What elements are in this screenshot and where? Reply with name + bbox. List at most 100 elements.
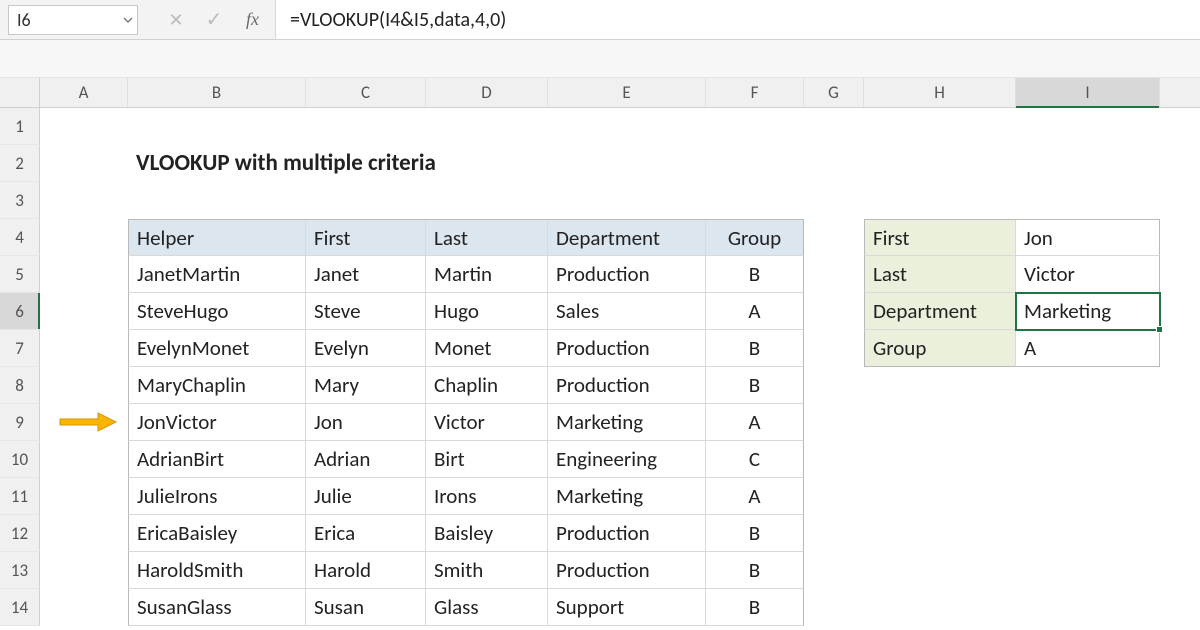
- cell-C8[interactable]: Mary: [306, 367, 426, 404]
- cell-C2[interactable]: [306, 145, 426, 182]
- cell-B9[interactable]: JonVictor: [128, 404, 306, 441]
- cell-G10[interactable]: [804, 441, 864, 478]
- cell-A7[interactable]: [40, 330, 128, 367]
- cell-E12[interactable]: Production: [548, 515, 706, 552]
- cell-F6[interactable]: A: [706, 293, 804, 330]
- cell-A12[interactable]: [40, 515, 128, 552]
- cell-C12[interactable]: Erica: [306, 515, 426, 552]
- row-header-14[interactable]: 14: [0, 589, 40, 626]
- cell-F2[interactable]: [706, 145, 804, 182]
- col-header-E[interactable]: E: [548, 78, 706, 107]
- cell-E11[interactable]: Marketing: [548, 478, 706, 515]
- cell-C1[interactable]: [306, 108, 426, 145]
- cell-B11[interactable]: JulieIrons: [128, 478, 306, 515]
- cell-G4[interactable]: [804, 219, 864, 256]
- cell-B5[interactable]: JanetMartin: [128, 256, 306, 293]
- cell-F10[interactable]: C: [706, 441, 804, 478]
- col-header-B[interactable]: B: [128, 78, 306, 107]
- cell-H3[interactable]: [864, 182, 1016, 219]
- cell-D10[interactable]: Birt: [426, 441, 548, 478]
- cell-E13[interactable]: Production: [548, 552, 706, 589]
- cell-I9[interactable]: [1016, 404, 1160, 441]
- name-box[interactable]: I6: [8, 5, 138, 35]
- cell-H13[interactable]: [864, 552, 1016, 589]
- cell-I4[interactable]: Jon: [1016, 219, 1160, 256]
- cell-G3[interactable]: [804, 182, 864, 219]
- cell-A2[interactable]: [40, 145, 128, 182]
- cell-I1[interactable]: [1016, 108, 1160, 145]
- cell-D14[interactable]: Glass: [426, 589, 548, 626]
- cell-I6[interactable]: Marketing: [1016, 293, 1160, 330]
- row-header-10[interactable]: 10: [0, 441, 40, 478]
- enter-icon[interactable]: ✓: [202, 8, 226, 32]
- cell-B2[interactable]: VLOOKUP with multiple criteria: [128, 145, 306, 182]
- col-header-C[interactable]: C: [306, 78, 426, 107]
- cell-C5[interactable]: Janet: [306, 256, 426, 293]
- cell-A14[interactable]: [40, 589, 128, 626]
- worksheet-grid[interactable]: A B C D E F G H I 1 2 VLOOKUP with multi…: [0, 78, 1200, 626]
- cell-H4[interactable]: First: [864, 219, 1016, 256]
- cell-G14[interactable]: [804, 589, 864, 626]
- cell-I7[interactable]: A: [1016, 330, 1160, 367]
- cell-B13[interactable]: HaroldSmith: [128, 552, 306, 589]
- cell-D11[interactable]: Irons: [426, 478, 548, 515]
- cell-B6[interactable]: SteveHugo: [128, 293, 306, 330]
- cell-F11[interactable]: A: [706, 478, 804, 515]
- cell-E14[interactable]: Support: [548, 589, 706, 626]
- cell-H12[interactable]: [864, 515, 1016, 552]
- cell-H5[interactable]: Last: [864, 256, 1016, 293]
- cell-D3[interactable]: [426, 182, 548, 219]
- cell-B12[interactable]: EricaBaisley: [128, 515, 306, 552]
- cell-H7[interactable]: Group: [864, 330, 1016, 367]
- col-header-A[interactable]: A: [40, 78, 128, 107]
- row-header-4[interactable]: 4: [0, 219, 40, 256]
- cell-C13[interactable]: Harold: [306, 552, 426, 589]
- cell-A5[interactable]: [40, 256, 128, 293]
- cell-H10[interactable]: [864, 441, 1016, 478]
- cell-C3[interactable]: [306, 182, 426, 219]
- cell-A8[interactable]: [40, 367, 128, 404]
- cell-I2[interactable]: [1016, 145, 1160, 182]
- cell-G8[interactable]: [804, 367, 864, 404]
- cell-D8[interactable]: Chaplin: [426, 367, 548, 404]
- cell-E3[interactable]: [548, 182, 706, 219]
- cell-C6[interactable]: Steve: [306, 293, 426, 330]
- cell-E6[interactable]: Sales: [548, 293, 706, 330]
- cell-C9[interactable]: Jon: [306, 404, 426, 441]
- cell-G13[interactable]: [804, 552, 864, 589]
- cell-E7[interactable]: Production: [548, 330, 706, 367]
- cell-E5[interactable]: Production: [548, 256, 706, 293]
- cell-E10[interactable]: Engineering: [548, 441, 706, 478]
- fx-icon[interactable]: fx: [240, 9, 265, 30]
- row-header-12[interactable]: 12: [0, 515, 40, 552]
- row-header-1[interactable]: 1: [0, 108, 40, 145]
- cell-H9[interactable]: [864, 404, 1016, 441]
- selection-handle[interactable]: [1156, 326, 1163, 333]
- cell-A4[interactable]: [40, 219, 128, 256]
- cell-E8[interactable]: Production: [548, 367, 706, 404]
- row-header-11[interactable]: 11: [0, 478, 40, 515]
- cell-H1[interactable]: [864, 108, 1016, 145]
- cell-B8[interactable]: MaryChaplin: [128, 367, 306, 404]
- cell-F3[interactable]: [706, 182, 804, 219]
- cell-H8[interactable]: [864, 367, 1016, 404]
- cell-I8[interactable]: [1016, 367, 1160, 404]
- cell-F1[interactable]: [706, 108, 804, 145]
- cancel-icon[interactable]: ✕: [164, 8, 188, 32]
- cell-G1[interactable]: [804, 108, 864, 145]
- cell-G6[interactable]: [804, 293, 864, 330]
- cell-E9[interactable]: Marketing: [548, 404, 706, 441]
- cell-F8[interactable]: B: [706, 367, 804, 404]
- cell-A6[interactable]: [40, 293, 128, 330]
- cell-D1[interactable]: [426, 108, 548, 145]
- cell-H11[interactable]: [864, 478, 1016, 515]
- select-all-corner[interactable]: [0, 78, 40, 107]
- cell-B4[interactable]: Helper: [128, 219, 306, 256]
- cell-B10[interactable]: AdrianBirt: [128, 441, 306, 478]
- col-header-H[interactable]: H: [864, 78, 1016, 107]
- cell-C11[interactable]: Julie: [306, 478, 426, 515]
- cell-I14[interactable]: [1016, 589, 1160, 626]
- cell-F12[interactable]: B: [706, 515, 804, 552]
- col-header-F[interactable]: F: [706, 78, 804, 107]
- cell-D13[interactable]: Smith: [426, 552, 548, 589]
